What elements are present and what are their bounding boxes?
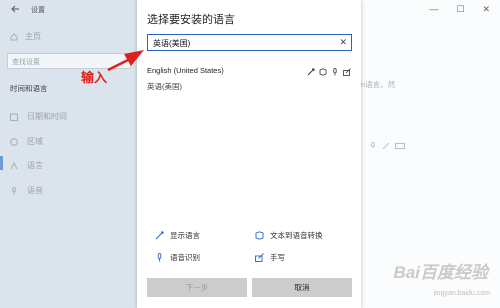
legend-display-language: 显示语言 — [155, 230, 200, 241]
handwriting-icon — [382, 137, 390, 150]
nav-item-label: 日期和时间 — [27, 112, 67, 121]
speech-recognition-icon — [333, 68, 337, 76]
window-title: 设置 — [31, 7, 45, 14]
nav-item-region[interactable]: 区域 — [10, 136, 43, 147]
legend-handwriting: 手写 — [255, 252, 285, 263]
legend-text-to-speech: 文本到语音转换 — [255, 230, 323, 241]
result-language-native: 英语(美国) — [147, 82, 182, 91]
choose-language-dialog: 选择要安装的语言 英语(美国) ✕ English (United States… — [137, 0, 361, 308]
nav-item-speech[interactable]: 语音 — [10, 185, 43, 196]
next-button[interactable]: 下一步 — [147, 278, 247, 297]
watermark-logo: Bai百度经验 — [393, 263, 488, 282]
dialog-title: 选择要安装的语言 — [147, 14, 235, 26]
maximize-button[interactable]: ☐ — [456, 4, 464, 15]
section-title: 时间和语言 — [10, 84, 48, 93]
window-controls: — ☐ ✕ — [429, 4, 490, 15]
legend-speech-recognition: 语音识别 — [155, 252, 200, 263]
nav-item-date-time[interactable]: 日期和时间 — [10, 111, 67, 122]
microphone-icon — [369, 137, 377, 148]
nav-item-label: 语音 — [27, 186, 43, 195]
cancel-button[interactable]: 取消 — [252, 278, 352, 297]
back-arrow-icon[interactable] — [10, 4, 20, 14]
minimize-button[interactable]: — — [429, 4, 438, 15]
language-search-value: 英语(美国) — [153, 39, 191, 48]
language-icon — [10, 161, 18, 169]
language-result-item[interactable]: English (United States) 英语(美国) — [147, 66, 355, 92]
language-search-input[interactable]: 英语(美国) ✕ — [147, 34, 352, 51]
nav-item-label: 语言 — [27, 161, 43, 170]
nav-active-indicator — [0, 156, 3, 170]
text-to-speech-icon — [255, 231, 264, 240]
settings-sidebar: 设置 主页 查找设置 时间和语言 日期和时间 区域 语言 语音 — [0, 0, 137, 308]
globe-icon — [10, 137, 18, 146]
nav-item-label: 区域 — [27, 137, 43, 146]
legend-label: 手写 — [270, 253, 285, 262]
nav-item-language[interactable]: 语言 — [10, 160, 43, 171]
speech-recognition-icon — [157, 253, 162, 262]
settings-description-snippet: n语言。然 — [361, 80, 396, 89]
calendar-clock-icon — [10, 113, 18, 121]
home-icon — [10, 32, 18, 40]
nav-home[interactable]: 主页 — [10, 31, 41, 42]
settings-search-input[interactable]: 查找设置 — [7, 53, 131, 69]
annotation-label: 输入 — [81, 70, 108, 85]
handwriting-icon — [255, 253, 264, 262]
text-to-speech-icon — [319, 68, 327, 76]
legend-label: 文本到语音转换 — [270, 231, 323, 240]
legend-label: 显示语言 — [170, 231, 200, 240]
nav-home-label: 主页 — [25, 32, 41, 41]
handwriting-icon — [343, 68, 351, 76]
legend-label: 语音识别 — [170, 253, 200, 262]
display-language-icon — [155, 231, 164, 240]
close-button[interactable]: ✕ — [482, 4, 490, 15]
clear-icon[interactable]: ✕ — [339, 37, 347, 48]
microphone-icon — [12, 186, 16, 194]
settings-feature-icons — [369, 137, 405, 150]
watermark-url: jingyan.baidu.com — [433, 290, 490, 297]
display-language-icon — [307, 68, 315, 76]
result-feature-icons — [307, 68, 351, 76]
keyboard-icon — [395, 137, 405, 149]
